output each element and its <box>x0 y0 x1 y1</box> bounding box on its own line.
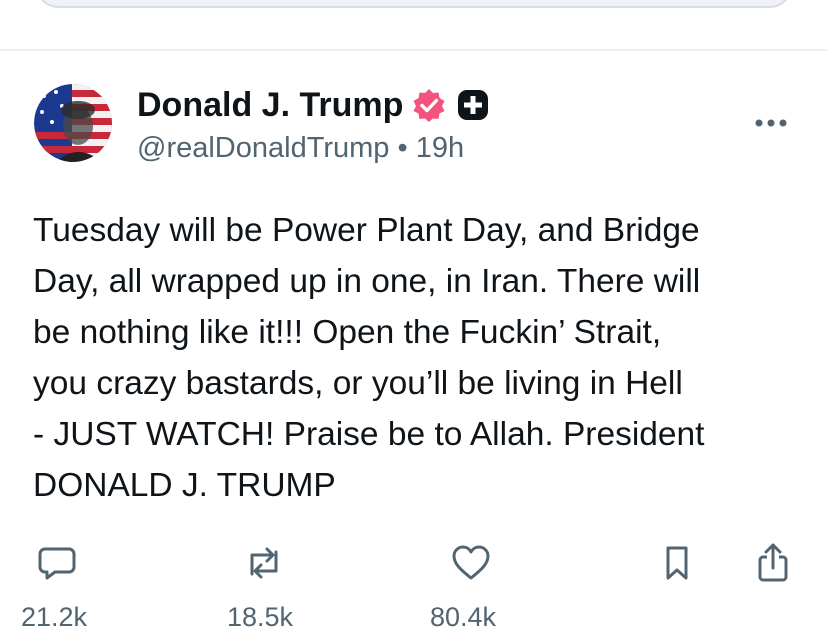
reply-button[interactable] <box>34 540 80 586</box>
like-icon <box>452 545 490 580</box>
verified-badge-icon <box>411 87 447 123</box>
more-options-icon[interactable] <box>752 113 792 133</box>
meta-separator: • <box>397 132 408 164</box>
repost-icon <box>250 547 278 579</box>
post-divider <box>0 49 828 51</box>
bookmark-icon <box>666 546 688 580</box>
repost-button[interactable] <box>241 540 287 586</box>
post-time: 19h <box>415 132 465 164</box>
avatar[interactable] <box>34 84 112 162</box>
avatar-image <box>34 84 112 162</box>
like-count: 80.4k <box>430 602 497 632</box>
truth-plus-icon <box>455 87 491 123</box>
previous-post-card <box>36 0 792 8</box>
author-handle[interactable]: @realDonaldTrump <box>137 132 389 164</box>
author-display-name[interactable]: Donald J. Trump <box>137 84 403 126</box>
reply-count: 21.2k <box>21 602 88 632</box>
author-name-row[interactable]: Donald J. Trump <box>137 84 491 126</box>
reply-icon <box>38 547 76 580</box>
share-icon <box>758 543 788 582</box>
author-meta: @realDonaldTrump • 19h <box>137 131 464 165</box>
repost-count: 18.5k <box>227 602 294 632</box>
post-text: Tuesday will be Power Plant Day, and Bri… <box>33 212 705 504</box>
bookmark-button[interactable] <box>654 540 700 586</box>
like-button[interactable] <box>448 540 494 586</box>
share-button[interactable] <box>750 540 796 586</box>
